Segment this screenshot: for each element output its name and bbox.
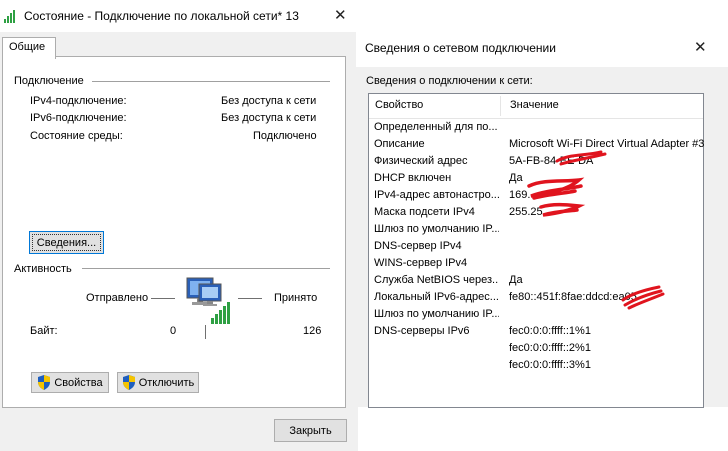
- activity-group-title: Активность: [14, 263, 72, 275]
- details-window-title: Сведения о сетевом подключении: [365, 41, 556, 55]
- bytes-divider: [205, 325, 206, 339]
- sent-line: [151, 298, 175, 299]
- bytes-received-value: 126: [303, 325, 322, 337]
- media-state-label: Состояние среды:: [30, 130, 123, 142]
- details-subtitle: Сведения о подключении к сети:: [366, 75, 533, 87]
- group-divider: [82, 268, 330, 269]
- details-list[interactable]: Свойство Значение Определенный для по...…: [368, 93, 704, 408]
- signal-icon: [4, 10, 15, 23]
- ipv6-value: Без доступа к сети: [221, 112, 317, 124]
- received-line: [238, 298, 262, 299]
- properties-button-label: Свойства: [54, 376, 103, 389]
- close-icon[interactable]: ✕: [694, 40, 707, 55]
- connection-group-title: Подключение: [14, 75, 84, 87]
- sent-label: Отправлено: [86, 292, 149, 304]
- bytes-sent-value: 0: [170, 325, 177, 337]
- shield-icon: [38, 375, 51, 390]
- ipv4-value: Без доступа к сети: [221, 95, 317, 107]
- group-divider: [92, 81, 330, 82]
- close-button[interactable]: Закрыть: [274, 419, 347, 442]
- shield-icon: [122, 375, 135, 390]
- ipv6-label: IPv6-подключение:: [30, 112, 127, 124]
- close-button-label: Закрыть: [289, 424, 332, 437]
- properties-button[interactable]: Свойства: [31, 372, 109, 393]
- network-computers-icon: [186, 277, 230, 324]
- media-state-value: Подключено: [253, 130, 317, 142]
- close-icon[interactable]: ✕: [334, 8, 347, 23]
- status-window: Состояние - Подключение по локальной сет…: [0, 0, 358, 451]
- ipv4-label: IPv4-подключение:: [30, 95, 127, 107]
- details-titlebar: Сведения о сетевом подключении ✕: [356, 27, 728, 67]
- bytes-label: Байт:: [30, 325, 58, 337]
- received-label: Принято: [274, 292, 318, 304]
- window-title: Состояние - Подключение по локальной сет…: [24, 9, 299, 23]
- status-titlebar: Состояние - Подключение по локальной сет…: [0, 0, 358, 32]
- tab-general[interactable]: Общие: [2, 37, 56, 59]
- redaction-scribbles: [527, 150, 665, 310]
- details-button-label: Сведения...: [36, 236, 97, 249]
- disable-button[interactable]: Отключить: [117, 372, 199, 393]
- disable-button-label: Отключить: [138, 376, 195, 389]
- details-button[interactable]: Сведения...: [29, 231, 104, 254]
